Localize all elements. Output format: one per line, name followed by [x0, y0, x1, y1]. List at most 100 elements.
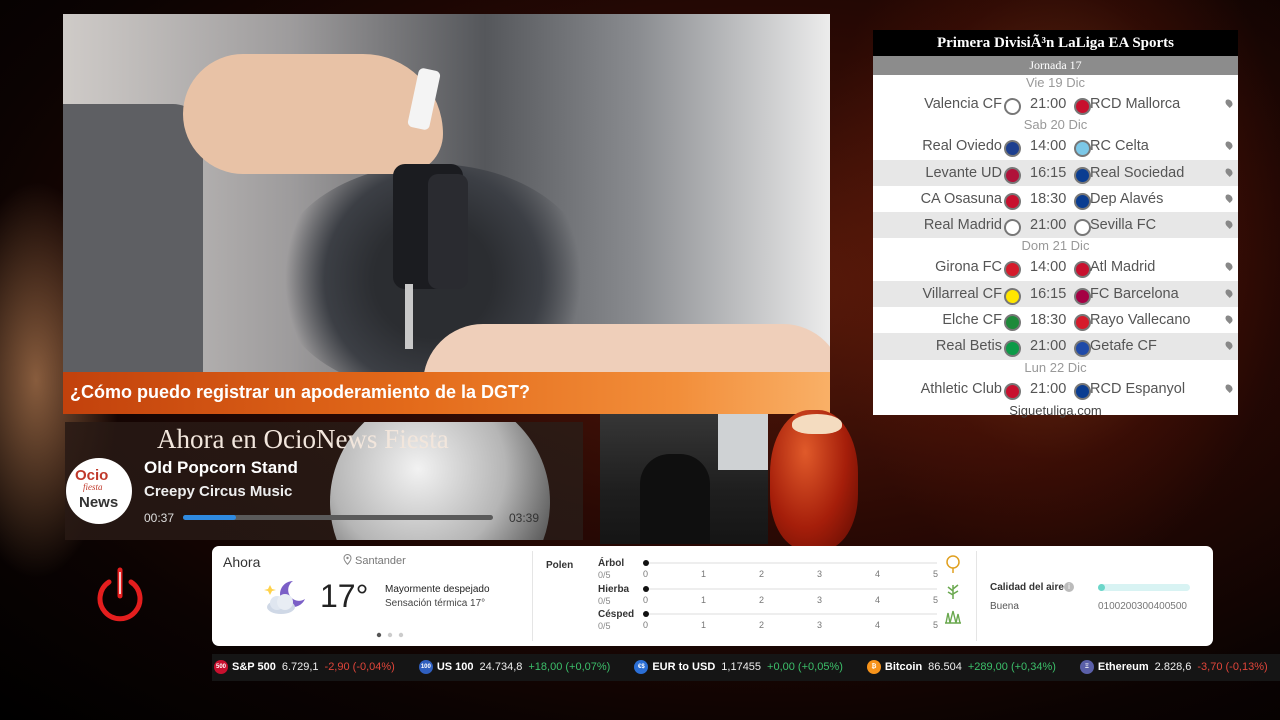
pollen-scale-tick: 5 [933, 595, 939, 605]
location-pin-icon[interactable] [1224, 192, 1234, 203]
total-time: 03:39 [509, 511, 540, 525]
match-row[interactable]: Valencia CF 21:00 RCD Mallorca [873, 91, 1238, 117]
ticker-item[interactable]: ₿ Bitcoin 86.504 +289,00 (+0,34%) [865, 654, 1056, 681]
home-crest-icon [1004, 219, 1021, 237]
location-pin-icon[interactable] [1224, 287, 1234, 298]
ticker-item[interactable]: 500 S&P 500 6.729,1 -2,90 (-0,04%) [212, 654, 395, 681]
photo-hand [183, 54, 443, 174]
playback-progress-bar[interactable] [183, 515, 493, 520]
match-day-label: Sab 20 Dic [1023, 117, 1088, 133]
pollen-scale-tick: 4 [875, 620, 881, 630]
ticker-item[interactable]: 100 US 100 24.734,8 +18,00 (+0,07%) [417, 654, 610, 681]
ticker-value: 1,17455 [721, 661, 762, 673]
home-team: CA Osasuna [920, 190, 1002, 207]
news-headline[interactable]: ¿Cómo puedo registrar un apoderamiento d… [63, 372, 830, 414]
match-row[interactable]: CA Osasuna 18:30 Dep Alavés [873, 186, 1238, 212]
ticker-value: 6.729,1 [281, 661, 319, 673]
air-quality-value: Buena [990, 601, 1019, 612]
match-time: 18:30 [1030, 312, 1067, 329]
away-crest-icon [1074, 261, 1091, 279]
pollen-scale-line [649, 588, 937, 590]
location-pin-icon [343, 553, 352, 566]
ticker-badge-icon: €$ [634, 660, 649, 675]
away-crest-icon [1074, 314, 1091, 332]
pollen-scale-tick: 0 [643, 569, 649, 579]
match-time: 21:00 [1030, 338, 1067, 355]
pollen-row: Césped 0/5 0 1 2 3 4 5 [598, 609, 961, 633]
away-team: Real Sociedad [1090, 164, 1185, 181]
home-crest-icon [1004, 140, 1021, 158]
home-crest-icon [1004, 166, 1021, 184]
pollen-type: Césped [598, 609, 635, 620]
ticker-value: 2.828,6 [1154, 661, 1192, 673]
away-team: Rayo Vallecano [1090, 312, 1191, 329]
air-quality-label: Calidad del aire [990, 582, 1064, 593]
location-pin-icon[interactable] [1224, 166, 1234, 177]
moon-cloud-icon [264, 581, 305, 614]
elapsed-time: 00:37 [144, 511, 175, 525]
match-row[interactable]: Real Madrid 21:00 Sevilla FC [873, 212, 1238, 239]
match-row[interactable]: Real Betis 21:00 Getafe CF [873, 333, 1238, 360]
home-team: Athletic Club [920, 380, 1002, 397]
match-row[interactable]: Villarreal CF 16:15 FC Barcelona [873, 280, 1238, 308]
camera-person [640, 454, 710, 544]
pollen-scale-tick: 5 [933, 620, 939, 630]
location-pin-icon[interactable] [1224, 261, 1234, 272]
pollen-scale-tick: 2 [759, 595, 765, 605]
home-team: Levante UD [925, 164, 1002, 181]
away-team: RCD Espanyol [1090, 380, 1186, 397]
info-icon[interactable]: i [1064, 582, 1074, 592]
match-row[interactable]: Elche CF 18:30 Rayo Vallecano [873, 307, 1238, 333]
tree-icon [946, 555, 960, 573]
pollen-row: Hierba 0/5 0 1 2 3 4 5 [598, 584, 959, 608]
pollen-scale-tick: 1 [701, 620, 707, 630]
air-quality-bar [1098, 584, 1190, 591]
logo-text-fiesta: fiesta [83, 482, 103, 492]
ticker-item[interactable]: Ξ Ethereum 2.828,6 -3,70 (-0,13%) [1078, 654, 1268, 681]
pollen-value: 0/5 [598, 621, 611, 631]
away-crest-icon [1074, 340, 1091, 358]
pollen-row: Árbol 0/5 0 1 2 3 4 5 [598, 555, 960, 582]
match-row[interactable]: Levante UD 16:15 Real Sociedad [873, 159, 1238, 186]
air-quality-scale: 0100200300400500 [1098, 601, 1187, 612]
home-crest-icon [1004, 261, 1021, 279]
home-team: Villarreal CF [922, 285, 1002, 302]
match-time: 16:15 [1030, 164, 1067, 181]
ticker-name: S&P 500 [232, 661, 276, 673]
match-day-label: Dom 21 Dic [1021, 238, 1090, 254]
location-pin-icon[interactable] [1224, 219, 1234, 230]
match-row[interactable]: Girona FC 14:00 Atl Madrid [873, 254, 1238, 280]
league-footer[interactable]: Siguetuliga.com [873, 402, 1238, 420]
ticker-item[interactable]: €$ EUR to USD 1,17455 +0,00 (+0,05%) [632, 654, 843, 681]
pollen-scale-tick: 3 [817, 595, 823, 605]
market-ticker: 500 S&P 500 6.729,1 -2,90 (-0,04%) 100 US 100… [212, 654, 1280, 681]
ticker-name: Bitcoin [884, 661, 923, 673]
ticker-name: US 100 [436, 661, 474, 673]
away-crest-icon [1074, 166, 1091, 184]
carousel-dots[interactable] [376, 632, 406, 638]
pollen-label: Polen [546, 560, 574, 571]
home-crest-icon [1004, 382, 1021, 400]
location-pin-icon[interactable] [1224, 140, 1234, 151]
photo-sleeve [63, 104, 203, 374]
news-panel[interactable]: ¿Cómo puedo registrar un apoderamiento d… [63, 14, 830, 414]
match-row[interactable]: Real Oviedo 14:00 RC Celta [873, 133, 1238, 159]
location-pin-icon[interactable] [1224, 314, 1234, 325]
location-pin-icon[interactable] [1224, 98, 1234, 108]
ticker-name: Ethereum [1097, 661, 1149, 673]
camera-window [718, 414, 768, 470]
weather-location: Santander [343, 553, 406, 567]
location-pin-icon[interactable] [1224, 340, 1234, 351]
match-time: 18:30 [1030, 190, 1067, 207]
location-pin-icon[interactable] [1224, 382, 1234, 393]
weather-description: Mayormente despejado [385, 584, 490, 595]
weather-feels-like: Sensación térmica 17° [385, 598, 486, 609]
home-crest-icon [1004, 340, 1021, 358]
match-row[interactable]: Athletic Club 21:00 RCD Espanyol [873, 376, 1238, 402]
pollen-value: 0/5 [598, 596, 611, 606]
league-title: Primera DivisiÃ³n LaLiga EA Sports [873, 30, 1238, 56]
pollen-scale-tick: 5 [933, 569, 939, 579]
power-icon[interactable] [94, 566, 146, 624]
home-crest-icon [1004, 287, 1021, 305]
ticker-value: 24.734,8 [479, 661, 523, 673]
